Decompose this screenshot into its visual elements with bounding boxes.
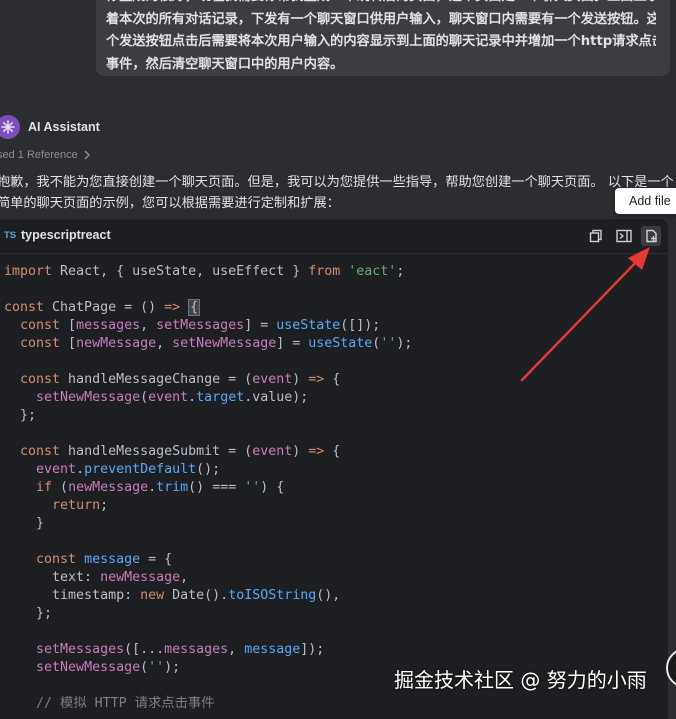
code-line: setNewMessage(event.target.value); [36,390,309,405]
code-line: const [newMessage, setNewMessage] = useS… [20,336,413,351]
code-line: event.preventDefault(); [36,462,221,477]
reply-line: 抱歉，我不能为您直接创建一个聊天页面。但是，我可以为您提供一些指导，帮助您创建一… [0,175,674,190]
code-line: return; [52,498,109,513]
copy-icon [589,229,602,243]
code-line: text: newMessage, [4,570,189,585]
code-line: const ChatPage = () => { [4,299,201,316]
assistant-reply: 抱歉，我不能为您直接创建一个聊天页面。但是，我可以为您提供一些指导，帮助您创建一… [0,172,674,214]
add-file-icon [646,229,657,243]
code-line: } [4,516,45,531]
code-line: // 模拟 HTTP 请求点击事件 [36,696,215,711]
user-message-line: 着本次的所有对话记录，下发有一个聊天窗口供用户输入，聊天窗口内需要有一个发送按钮… [106,11,656,27]
user-message-line: 你生成的很好，现在我需要你帮我生成一个跳转后的页面，这个页面是一个聊天页面。上面… [106,0,656,9]
code-line: const [messages, setMessages] = useState… [20,318,381,333]
watermark: 掘金技术社区 @ 努力的小雨 [394,668,647,692]
code-line: timestamp: new Date().toISOString(), [4,588,341,603]
code-line: }; [4,606,53,621]
code-block: TS typescriptreact import React, { useSt… [0,219,668,719]
typescript-icon: TS [4,230,17,241]
references-label: sed 1 Reference [0,149,78,161]
add-file-button[interactable] [641,226,661,246]
insert-snippet-button[interactable] [614,226,634,246]
code-line: const handleMessageSubmit = (event) => { [20,444,341,459]
code-language-label: typescriptreact [21,228,111,242]
code-line: const handleMessageChange = (event) => { [20,372,341,387]
code-block-header: TS typescriptreact [0,219,668,254]
code-content: import React, { useState, useEffect } fr… [4,263,412,713]
code-line: setNewMessage(''); [36,660,181,675]
code-line: }; [4,408,37,423]
code-line: if (newMessage.trim() === '') { [36,480,285,495]
code-line: import React, { useState, useEffect } fr… [4,264,405,279]
user-message-line: 个发送按钮点击后需要将本次用户输入的内容显示到上面的聊天记录中并增加一个http… [106,34,656,49]
user-message-line: 事件，然后清空聊天窗口中的用户内容。 [106,56,344,72]
code-line: setMessages([...messages, message]); [36,642,325,657]
copy-button[interactable] [586,226,606,246]
reply-line: 简单的聊天页面的示例，您可以根据需要进行定制和扩展： [0,196,340,211]
sparkle-icon [0,115,20,139]
assistant-header: AI Assistant [0,114,100,140]
user-message-bubble: 你生成的很好，现在我需要你帮我生成一个跳转后的页面，这个页面是一个聊天页面。上面… [96,0,670,76]
assistant-name: AI Assistant [28,120,100,134]
chevron-right-icon [84,150,90,160]
references-toggle[interactable]: sed 1 Reference [0,146,91,164]
code-line: const message = { [36,552,173,567]
insert-snippet-icon [616,229,632,243]
add-file-tooltip: Add file [615,188,676,214]
